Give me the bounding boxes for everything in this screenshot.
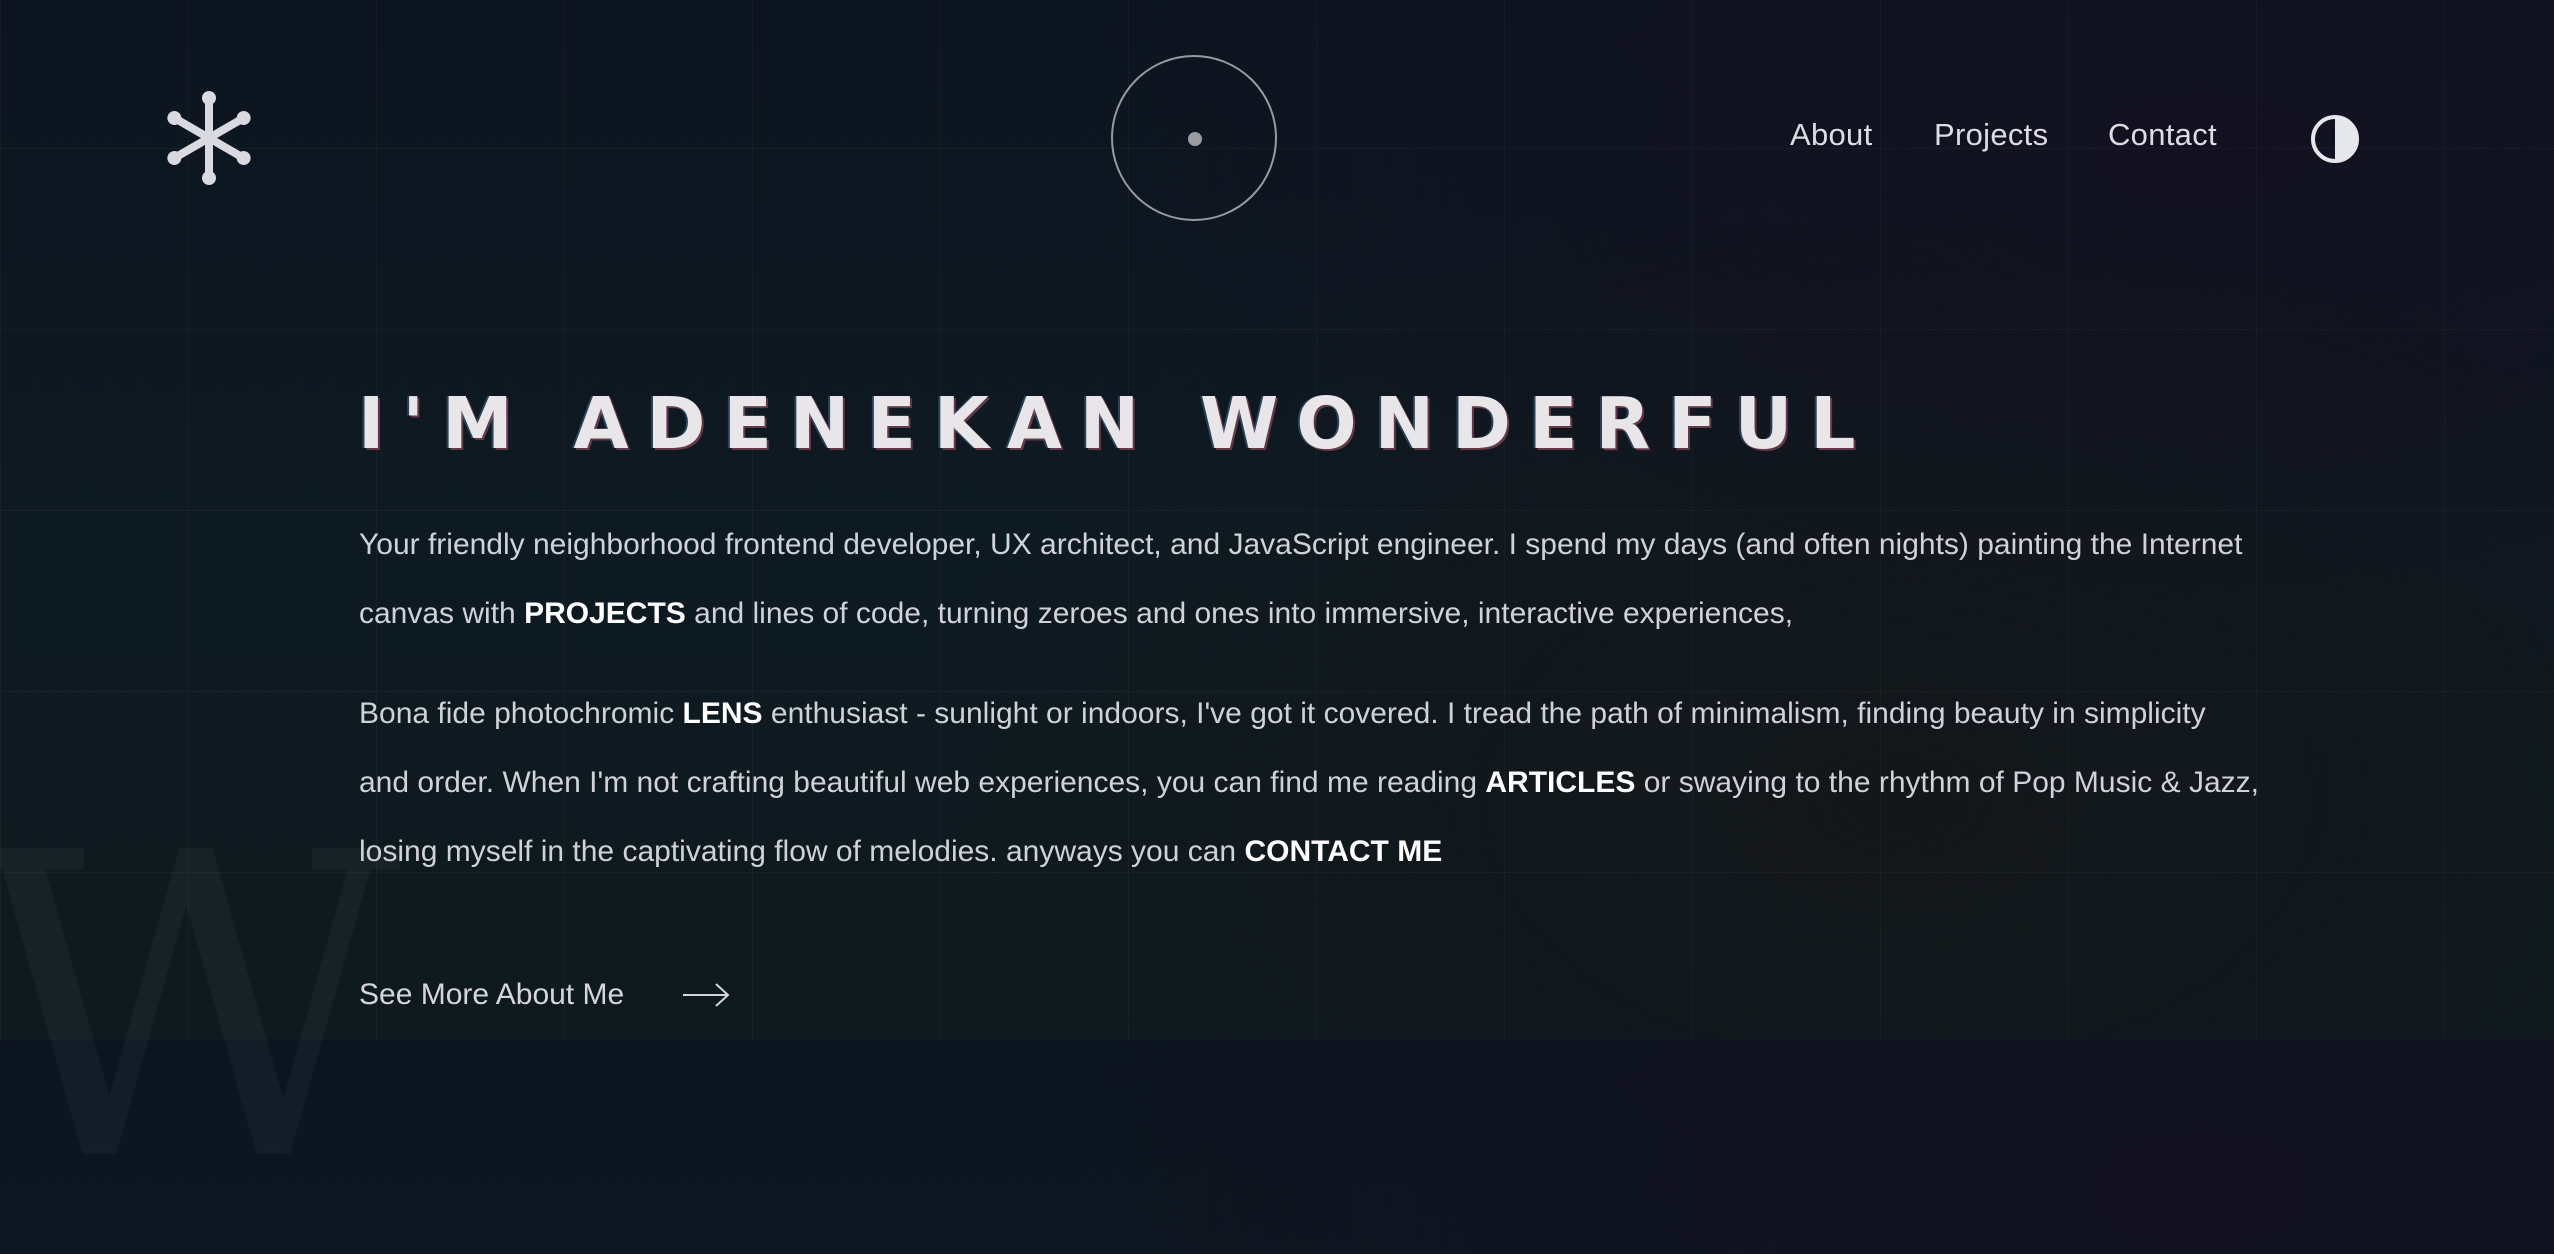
lens-link[interactable]: LENS xyxy=(683,697,763,730)
contact-me-link[interactable]: CONTACT ME xyxy=(1244,835,1442,868)
intro-text: Bona fide photochromic xyxy=(359,697,683,730)
background-watermark: W xyxy=(0,800,372,1220)
nav-link-about[interactable]: About xyxy=(1790,117,1873,153)
see-more-about-me-link[interactable]: See More About Me xyxy=(359,978,730,1012)
projects-link[interactable]: PROJECTS xyxy=(524,597,686,630)
intro-paragraph-2: Bona fide photochromic LENS enthusiast -… xyxy=(359,679,2259,886)
nav-link-contact[interactable]: Contact xyxy=(2108,117,2217,153)
see-more-label: See More About Me xyxy=(359,978,625,1011)
articles-link[interactable]: ARTICLES xyxy=(1485,766,1635,799)
intro-text: and lines of code, turning zeroes and on… xyxy=(685,597,1794,630)
hero-title: I'M ADENEKAN WONDERFUL xyxy=(358,382,1874,465)
half-circle-theme-icon[interactable] xyxy=(2310,114,2360,164)
intro-paragraph-1: Your friendly neighborhood frontend deve… xyxy=(359,510,2259,648)
nav-link-projects[interactable]: Projects xyxy=(1934,117,2048,153)
arrow-right-icon xyxy=(683,983,730,1007)
main-nav: About Projects Contact xyxy=(0,117,2554,157)
